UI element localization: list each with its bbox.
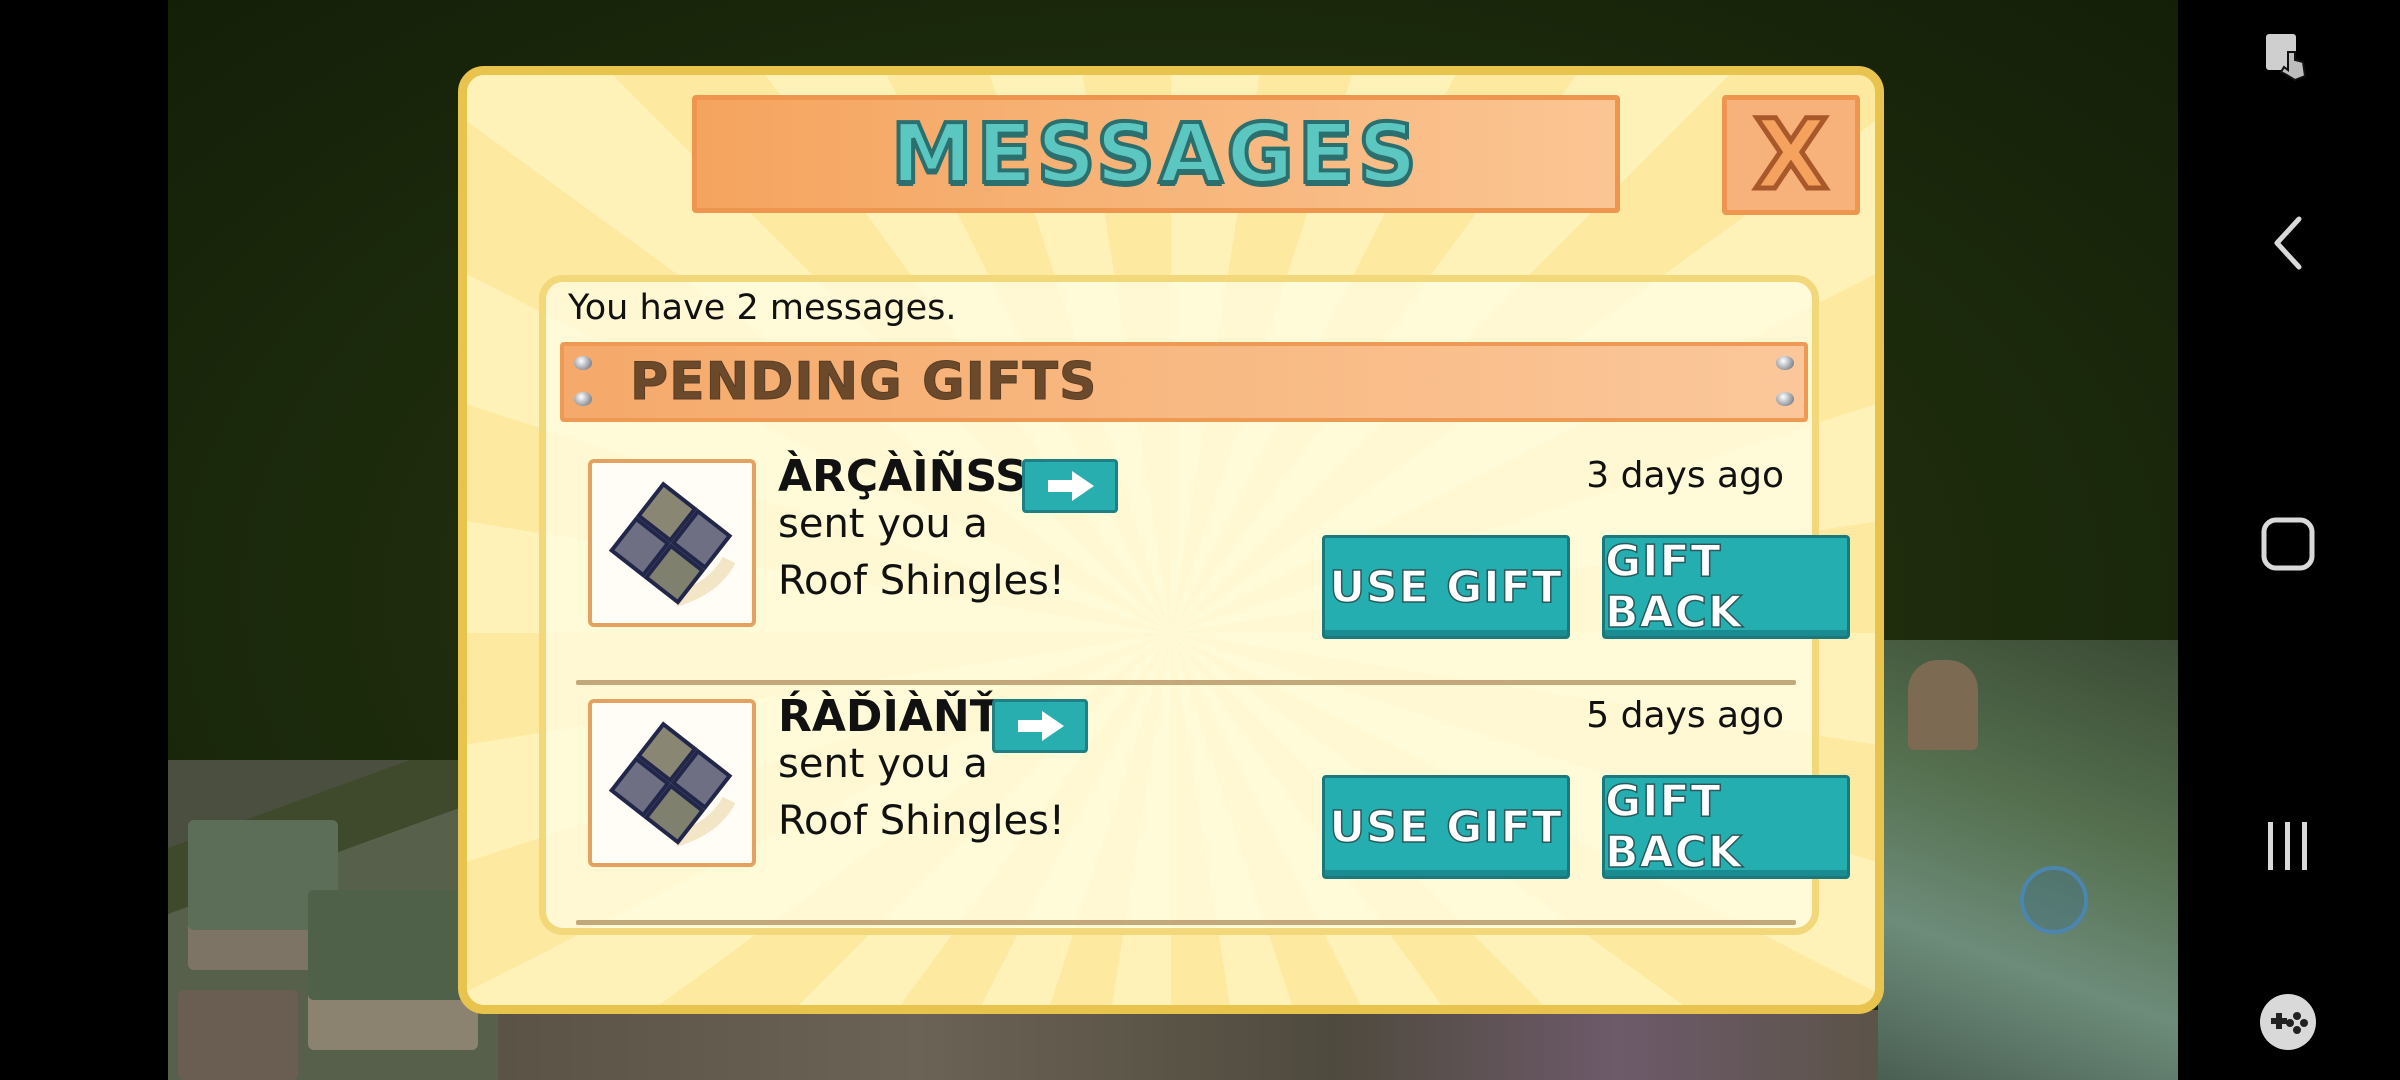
home-icon[interactable] bbox=[2248, 504, 2328, 584]
close-icon: X bbox=[1751, 99, 1830, 211]
use-gift-button[interactable]: USE GIFT bbox=[1322, 775, 1570, 879]
message-text-line2: Roof Shingles! bbox=[778, 798, 1065, 844]
rivet-icon bbox=[574, 356, 592, 370]
arrow-right-icon bbox=[1018, 711, 1064, 741]
list-item: ŔÀĎÌÀŇŤ sent you a Roof Shingles! 5 days… bbox=[576, 685, 1850, 925]
list-item: ÀRÇÀÌÑSS sent you a Roof Shingles! 3 day… bbox=[576, 445, 1850, 685]
sender-name: ÀRÇÀÌÑSS bbox=[778, 451, 1027, 502]
back-icon[interactable] bbox=[2248, 203, 2328, 283]
message-text-line1: sent you a bbox=[778, 741, 988, 787]
building bbox=[178, 990, 298, 1080]
compass-icon[interactable] bbox=[2020, 866, 2088, 934]
message-count: You have 2 messages. bbox=[568, 288, 957, 328]
arrow-right-icon bbox=[1048, 471, 1094, 501]
visit-friend-button[interactable] bbox=[992, 699, 1088, 753]
gift-back-button[interactable]: GIFT BACK bbox=[1602, 535, 1850, 639]
visit-friend-button[interactable] bbox=[1022, 459, 1118, 513]
message-time: 5 days ago bbox=[1586, 695, 1784, 736]
water-tower bbox=[1908, 660, 1978, 750]
divider bbox=[576, 920, 1796, 925]
close-button[interactable]: X bbox=[1722, 95, 1860, 215]
rivet-icon bbox=[1776, 356, 1794, 370]
message-text-line1: sent you a bbox=[778, 501, 988, 547]
game-launcher-icon[interactable] bbox=[2248, 982, 2328, 1062]
message-time: 3 days ago bbox=[1586, 455, 1784, 496]
city-scenery-bottom bbox=[498, 1010, 1898, 1080]
messages-dialog: MESSAGES X You have 2 messages. PENDING … bbox=[458, 66, 1884, 1014]
dialog-title: MESSAGES bbox=[889, 105, 1421, 204]
title-banner: MESSAGES bbox=[692, 95, 1620, 213]
gift-back-button[interactable]: GIFT BACK bbox=[1602, 775, 1850, 879]
sender-name: ŔÀĎÌÀŇŤ bbox=[778, 691, 1000, 742]
messages-panel: You have 2 messages. PENDING GIFTS ÀRÇÀÌ… bbox=[539, 275, 1850, 935]
message-text-line2: Roof Shingles! bbox=[778, 558, 1065, 604]
section-header-pending-gifts: PENDING GIFTS bbox=[560, 342, 1808, 422]
roof-shingles-icon bbox=[588, 459, 756, 627]
rivet-icon bbox=[574, 392, 592, 406]
building bbox=[308, 890, 478, 1050]
use-gift-button[interactable]: USE GIFT bbox=[1322, 535, 1570, 639]
section-title: PENDING GIFTS bbox=[629, 352, 1098, 413]
rivet-icon bbox=[1776, 392, 1794, 406]
system-nav-bar bbox=[2178, 0, 2400, 1080]
roof-shingles-icon bbox=[588, 699, 756, 867]
screen-touch-icon[interactable] bbox=[2248, 20, 2328, 100]
recents-icon[interactable] bbox=[2248, 806, 2328, 886]
